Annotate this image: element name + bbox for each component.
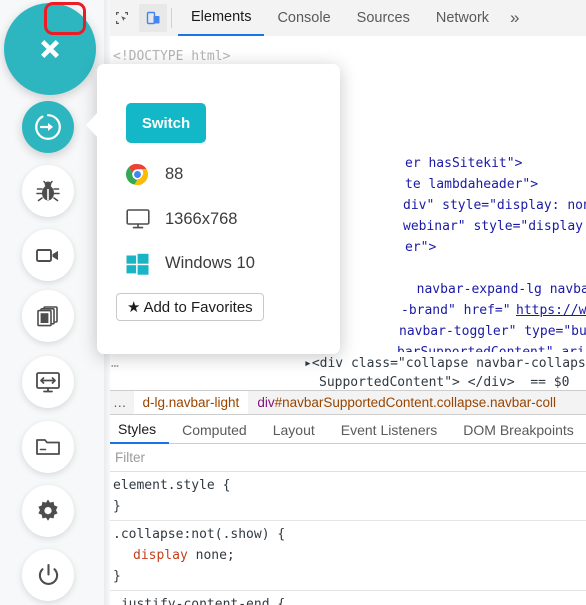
dom-line-text: er hasSitekit"> — [405, 156, 523, 171]
dom-line-text: -brand" href=" — [401, 303, 511, 318]
styles-pane-tabs: Styles Computed Layout Event Listeners D… — [105, 415, 586, 444]
css-rule-close: } — [113, 569, 121, 584]
dom-tail-line-1: ▸<div class="collapse navbar-collapse ju… — [304, 356, 586, 371]
tab-sources[interactable]: Sources — [344, 0, 423, 36]
css-property[interactable]: display — [133, 548, 188, 563]
dom-line-text: webinar" style="display: block; — [403, 219, 586, 234]
folder-icon — [36, 439, 60, 455]
browser-row: 88 — [126, 161, 183, 187]
dom-line-text: https://www.lambd — [516, 303, 586, 318]
dom-line-text: div" style="display: none;">…</ — [403, 198, 586, 213]
power-icon — [38, 563, 58, 585]
cursor-arrow-icon — [116, 12, 128, 24]
tab-styles[interactable]: Styles — [105, 415, 170, 444]
star-icon: ★ — [127, 299, 141, 316]
chrome-icon — [126, 161, 154, 187]
dom-line-text: barSupportedContent" aria-contr — [397, 345, 586, 352]
close-button[interactable] — [4, 3, 96, 95]
dom-line: navbar-expand-lg navbar-light" — [401, 279, 586, 300]
breadcrumb-item-parent[interactable]: d-lg.navbar-light — [133, 391, 249, 414]
css-rule[interactable]: .collapse:not(.show) { display none; } — [105, 521, 586, 591]
dom-line: er"> — [405, 237, 436, 258]
toggle-device-toolbar-icon[interactable] — [139, 4, 167, 32]
video-button[interactable] — [22, 229, 74, 281]
tab-network[interactable]: Network — [423, 0, 502, 36]
bug-icon — [36, 180, 60, 202]
windows-icon — [126, 250, 154, 276]
css-selector: element.style { — [113, 478, 231, 493]
monitor-resize-icon — [36, 372, 60, 393]
dom-line: navbar-toggler" type="button" da — [399, 321, 586, 342]
devtools-tab-list: Elements Console Sources Network — [178, 0, 502, 36]
tab-event-listeners[interactable]: Event Listeners — [328, 415, 451, 444]
resolution-value: 1366x768 — [165, 209, 238, 228]
power-button[interactable] — [22, 549, 74, 601]
more-tabs-button[interactable]: » — [502, 0, 527, 36]
dom-line: te lambdaheader"> — [405, 174, 538, 195]
add-to-favorites-label: Add to Favorites — [143, 298, 253, 316]
dom-line-text: navbar-expand-lg navbar-light" — [416, 282, 586, 297]
tab-console[interactable]: Console — [264, 0, 343, 36]
resolution-row: 1366x768 — [126, 206, 238, 232]
switch-button-popup[interactable]: Switch — [126, 103, 206, 143]
breadcrumb: … d-lg.navbar-light div #navbarSupportedC… — [105, 390, 586, 415]
settings-button[interactable] — [22, 485, 74, 537]
inspect-element-icon[interactable] — [108, 4, 136, 32]
screenshots-button[interactable] — [22, 290, 74, 342]
dom-tail-line-2: SupportedContent"> </div> == $0 — [319, 375, 570, 390]
lambdatest-tool-rail — [0, 0, 110, 605]
tab-computed[interactable]: Computed — [169, 415, 260, 444]
switch-arrows-icon — [35, 114, 61, 140]
device-info-popup: Switch 88 1366x768 Windows 10 ★ Add to F… — [86, 64, 340, 354]
devtools-toolbar: Elements Console Sources Network » — [105, 0, 586, 37]
dom-line-text: er"> — [405, 240, 437, 255]
css-rule-close: } — [113, 499, 121, 514]
os-row: Windows 10 — [126, 250, 255, 276]
breadcrumb-tag: div — [257, 395, 275, 410]
dom-line-text: te lambdaheader"> — [405, 177, 539, 192]
os-value: Windows 10 — [165, 253, 255, 272]
device-phone-tablet-icon — [146, 11, 159, 24]
monitor-icon — [126, 206, 154, 232]
styles-filter-input[interactable]: Filter — [105, 444, 586, 472]
dom-ellipsis[interactable]: … — [111, 354, 120, 373]
css-rule[interactable]: .justify-content-end { — [105, 591, 586, 605]
toolbar-divider — [171, 8, 172, 28]
dom-line: -brand" href=" — [401, 300, 511, 321]
dom-line-link[interactable]: https://www.lambd — [516, 300, 586, 321]
tab-dom-breakpoints[interactable]: DOM Breakpoints — [450, 415, 586, 444]
dom-line: webinar" style="display: block; — [403, 216, 586, 237]
dom-line-text: navbar-toggler" type="button" da — [399, 324, 586, 339]
dom-line: barSupportedContent" aria-contr — [397, 342, 586, 352]
copy-stack-icon — [37, 306, 58, 327]
browser-version: 88 — [165, 164, 184, 183]
tab-layout[interactable]: Layout — [260, 415, 328, 444]
gear-icon — [38, 499, 58, 521]
styles-filter-placeholder: Filter — [115, 450, 145, 465]
bug-button[interactable] — [22, 165, 74, 217]
video-camera-icon — [36, 249, 58, 262]
resize-button[interactable] — [22, 356, 74, 408]
css-value[interactable]: none; — [188, 548, 235, 563]
dom-line: er hasSitekit"> — [405, 153, 522, 174]
css-selector: .collapse:not(.show) { — [113, 527, 286, 542]
css-rule[interactable]: element.style { } — [105, 472, 586, 521]
css-selector: .justify-content-end { — [113, 597, 286, 605]
css-rules-list: element.style { } .collapse:not(.show) {… — [105, 472, 586, 605]
dom-line: div" style="display: none;">…</ — [403, 195, 586, 216]
breadcrumb-item-selected[interactable]: div #navbarSupportedContent.collapse.navb… — [248, 391, 565, 414]
folder-button[interactable] — [22, 421, 74, 473]
dom-selected-node[interactable]: … ▸<div class="collapse navbar-collapse … — [105, 352, 586, 390]
switch-button[interactable] — [22, 101, 74, 153]
add-to-favorites-button[interactable]: ★ Add to Favorites — [116, 293, 264, 321]
tab-elements[interactable]: Elements — [178, 0, 265, 36]
close-icon — [41, 40, 59, 58]
breadcrumb-rest: #navbarSupportedContent.collapse.navbar-… — [274, 395, 557, 410]
